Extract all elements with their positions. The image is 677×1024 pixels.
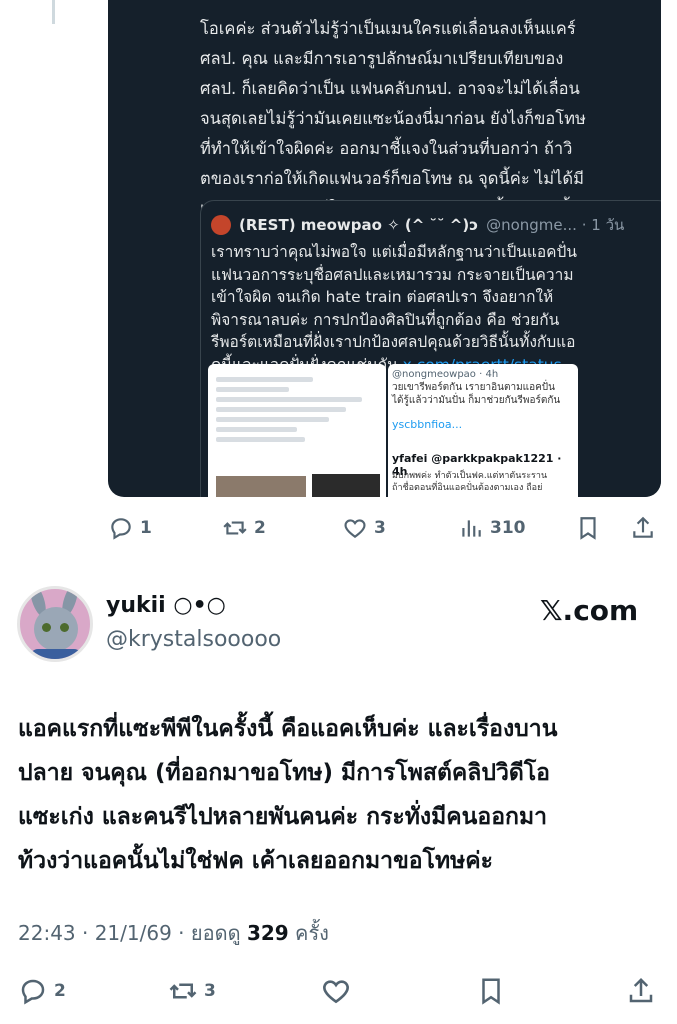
mini-right-line3: ได้รู้แล้วว่ามันปั่น ก็มาช่วยกันรีพอร์ตก… (392, 395, 561, 406)
inner-body-text: เราทราบว่าคุณไม่พอใจ แต่เมื่อมีหลักฐานว่… (211, 243, 577, 374)
inner-avatar (211, 215, 231, 235)
thread-connector-line (52, 0, 55, 24)
views-button[interactable]: 310 (458, 515, 526, 541)
user-handle[interactable]: @krystalsooooo (106, 627, 281, 652)
repost-button[interactable]: 2 (222, 515, 266, 541)
mini-right-text: @nongmeowpao · 4h วยเขารีพอร์ตกัน เรายาอ… (388, 364, 578, 414)
reply-count: 1 (140, 518, 152, 538)
bookmark-icon (580, 517, 596, 540)
bookmark-button[interactable] (575, 515, 601, 541)
reply-count-main: 2 (54, 981, 66, 1001)
like-button[interactable]: 3 (342, 515, 386, 541)
views-suffix: ครั้ง (288, 921, 329, 945)
screenshot-text: โอเคค่ะ ส่วนตัวไม่รู้ว่าเป็นเมนใครแต่เลื… (200, 19, 590, 218)
repost-button-main[interactable]: 3 (168, 976, 216, 1006)
reply-button-main[interactable]: 2 (18, 976, 66, 1006)
upper-tweet-actions: 1 2 3 310 (108, 511, 661, 545)
like-count: 3 (374, 518, 386, 538)
like-button-main[interactable] (320, 975, 352, 1007)
mini-right-link: yscbbnfioa... (392, 418, 463, 431)
bookmark-icon (482, 978, 500, 1005)
bookmark-button-main[interactable] (476, 976, 506, 1006)
inner-author-name: (REST) meowpao ✧ (^ ˘˘ ^)ↄ (239, 216, 479, 234)
share-button[interactable] (630, 515, 656, 541)
inner-tweet-header: (REST) meowpao ✧ (^ ˘˘ ^)ↄ @nongme... · … (211, 213, 661, 237)
share-icon (629, 977, 653, 1003)
reply-icon (111, 518, 131, 540)
reply-button[interactable]: 1 (108, 515, 152, 541)
x-logo-icon: 𝕏.com (540, 594, 639, 627)
view-count: 310 (490, 518, 526, 538)
share-button-main[interactable] (626, 976, 656, 1006)
quoted-screenshot[interactable]: โอเคค่ะ ส่วนตัวไม่รู้ว่าเป็นเมนใครแต่เลื… (108, 0, 661, 497)
inner-tweet-body: เราทราบว่าคุณไม่พอใจ แต่เมื่อมีหลักฐานว่… (211, 241, 661, 376)
repost-count: 2 (254, 518, 266, 538)
mini-screenshot-left (208, 364, 386, 497)
share-icon (633, 516, 653, 538)
heart-icon (344, 519, 366, 538)
display-name[interactable]: yukii ○•○ (106, 593, 226, 618)
tweet-meta: 22:43 · 21/1/69 · ยอดดู 329 ครั้ง (18, 917, 329, 949)
tweet-actions: 2 3 (18, 973, 663, 1009)
inner-handle-time: @nongme... · 1 วัน (486, 216, 625, 234)
mini-screenshot-right: @nongmeowpao · 4h วยเขารีพอร์ตกัน เรายาอ… (388, 364, 578, 497)
views-icon (462, 520, 481, 537)
repost-icon (223, 521, 247, 535)
mini-right-line1: @nongmeowpao · 4h (392, 369, 499, 380)
tweet-text: แอคแรกที่แซะพีพีในครั้งนี้ คือแอคเห็บค่ะ… (18, 716, 558, 874)
timestamp: 22:43 · 21/1/69 · ยอดดู (18, 921, 247, 945)
view-count-main: 329 (246, 921, 289, 945)
avatar[interactable] (17, 586, 93, 662)
mini-right-reply: มบกพพค่ะ ทำตัวเป็นฟค.แต่หาตันระราน ถ้าชื… (392, 471, 548, 493)
repost-count-main: 3 (204, 981, 216, 1001)
heart-icon (323, 980, 349, 1004)
mini-right-line2: วยเขารีพอร์ตกัน เรายาอินตามแอคปั่น (392, 382, 555, 393)
reply-icon (21, 979, 45, 1005)
repost-icon (169, 983, 197, 999)
